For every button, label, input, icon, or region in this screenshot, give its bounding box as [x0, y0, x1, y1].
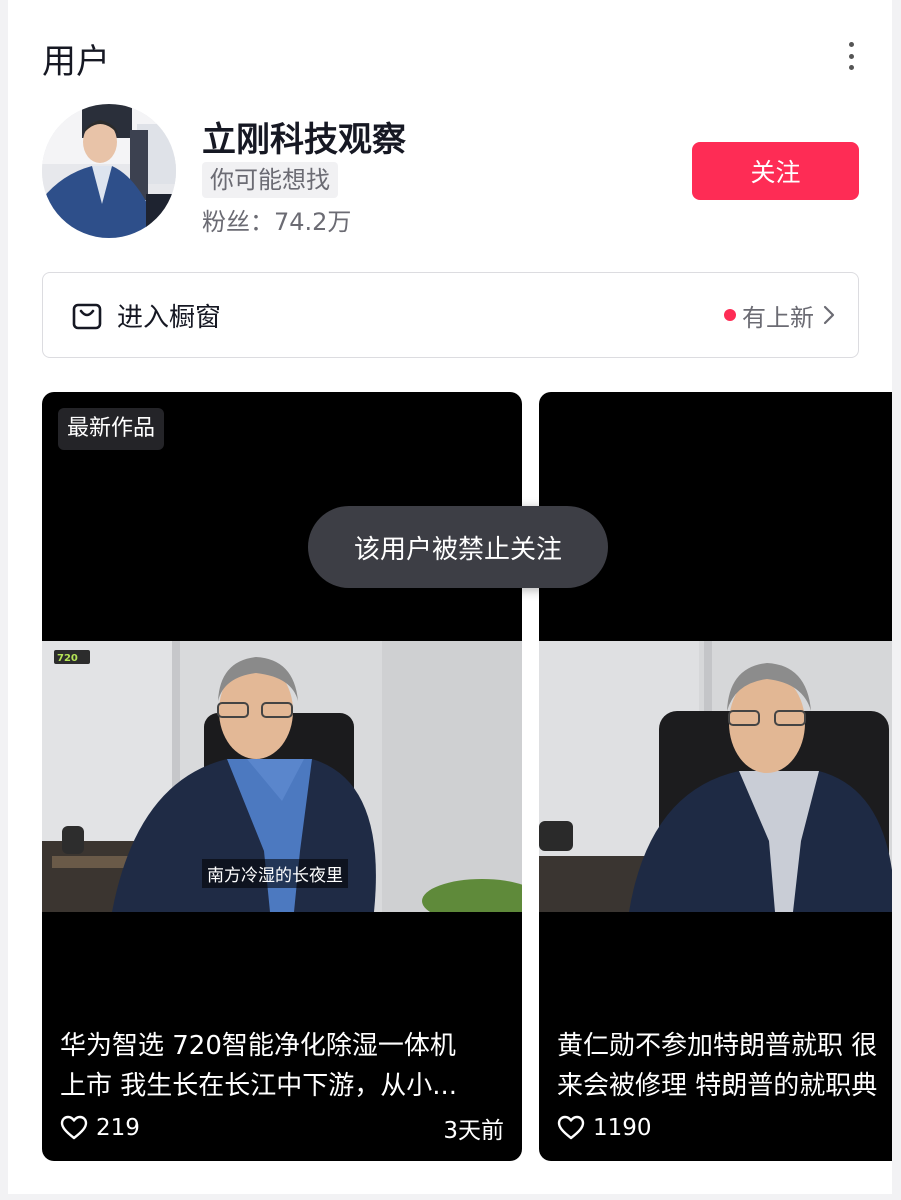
- toast-message: 该用户被禁止关注: [308, 506, 608, 588]
- more-options-icon[interactable]: [838, 38, 864, 74]
- shop-label: 进入橱窗: [117, 302, 222, 333]
- video-title: 黄仁勋不参加特朗普就职 很 来会被修理 特朗普的就职典: [557, 1026, 892, 1106]
- video-thumbnail: 720 南方冷湿的长夜里: [42, 641, 522, 912]
- latest-works-badge: 最新作品: [58, 408, 165, 450]
- post-time: 3天前: [443, 1118, 504, 1144]
- video-stats: 219 3天前: [60, 1110, 504, 1146]
- chevron-right-icon: [822, 305, 836, 325]
- shop-status-text: 有上新: [742, 303, 814, 332]
- shop-entry[interactable]: 进入橱窗 有上新: [42, 272, 859, 358]
- video-title-line2: 上市 我生长在长江中下游，从小...: [60, 1071, 458, 1101]
- svg-text:720: 720: [57, 653, 78, 664]
- brand-logo: 720: [54, 649, 90, 668]
- like-count: 219: [96, 1115, 140, 1141]
- user-result-card: 用户 立刚科技观察 你可能想找 粉丝：74.2万 关注 进入橱窗 有上新 最新作…: [8, 0, 892, 1194]
- like-count: 1190: [593, 1115, 652, 1141]
- user-name[interactable]: 立刚科技观察: [202, 112, 406, 161]
- video-subtitle: 南方冷湿的长夜里: [202, 859, 348, 888]
- fans-count: 粉丝：74.2万: [202, 208, 352, 236]
- suggest-badge: 你可能想找: [202, 162, 338, 198]
- shop-status: 有上新: [724, 298, 836, 333]
- section-title: 用户: [42, 42, 110, 82]
- video-title-line2: 来会被修理 特朗普的就职典: [557, 1071, 878, 1101]
- new-dot: [724, 309, 736, 321]
- follow-button[interactable]: 关注: [692, 142, 859, 200]
- heart-icon: [557, 1115, 585, 1141]
- video-title: 华为智选 720智能净化除湿一体机 上市 我生长在长江中下游，从小...: [60, 1026, 510, 1106]
- heart-icon: [60, 1115, 88, 1141]
- video-stats: 1190 2: [557, 1110, 892, 1146]
- shopping-bag-icon: [71, 299, 103, 331]
- avatar[interactable]: [42, 104, 176, 238]
- video-title-line1: 黄仁勋不参加特朗普就职 很: [557, 1031, 878, 1061]
- video-title-line1: 华为智选 720智能净化除湿一体机: [60, 1031, 456, 1061]
- video-thumbnail: [539, 641, 892, 912]
- video-card[interactable]: 黄仁勋不参加特朗普就职 很 来会被修理 特朗普的就职典 1190 2: [539, 392, 892, 1161]
